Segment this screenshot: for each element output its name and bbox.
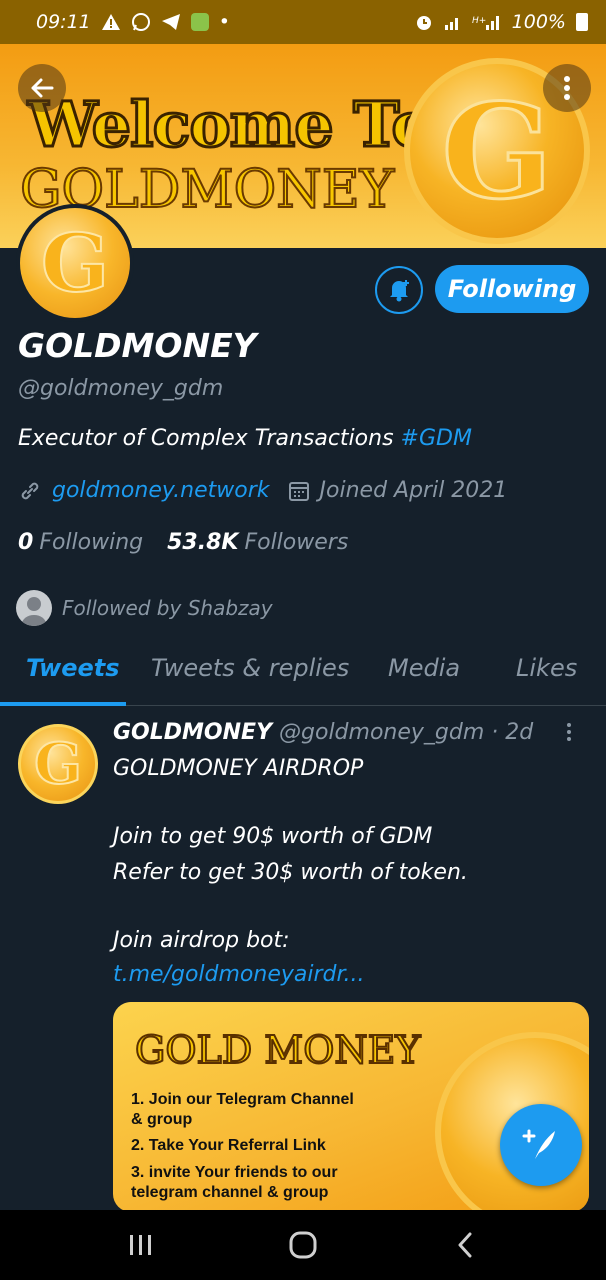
following-label[interactable]: Following bbox=[39, 530, 143, 555]
tweet-avatar-letter: G bbox=[33, 730, 83, 798]
nav-back-icon bbox=[458, 1232, 472, 1258]
banner-title: Welcome To bbox=[27, 87, 435, 163]
profile-tabs: Tweets Tweets & replies Media Likes bbox=[0, 640, 606, 706]
avatar-letter: G bbox=[40, 215, 110, 311]
tweet-line: Join airdrop bot: bbox=[113, 928, 290, 953]
signal-icon bbox=[444, 11, 462, 33]
tweet-avatar[interactable]: G bbox=[18, 724, 98, 804]
signal-2-icon: H+ bbox=[472, 11, 502, 33]
more-options-button[interactable] bbox=[543, 64, 591, 112]
tweet-author[interactable]: GOLDMONEY bbox=[113, 720, 272, 745]
image-step: telegram channel & group bbox=[131, 1184, 329, 1201]
alarm-icon bbox=[414, 11, 434, 33]
tweet-link[interactable]: t.me/goldmoneyairdr... bbox=[113, 962, 365, 987]
compose-tweet-button[interactable] bbox=[500, 1104, 582, 1186]
followers-label[interactable]: Followers bbox=[244, 530, 348, 555]
profile-handle: @goldmoney_gdm bbox=[18, 376, 224, 401]
system-nav-bar bbox=[0, 1210, 606, 1280]
app-notification-icon bbox=[190, 13, 209, 31]
website-link[interactable]: goldmoney.network bbox=[52, 478, 270, 503]
tweet-meta: @goldmoney_gdm · 2d bbox=[279, 720, 534, 745]
tab-tweets-replies[interactable]: Tweets & replies bbox=[151, 654, 349, 682]
image-step: & group bbox=[131, 1111, 193, 1128]
tweet-line: GOLDMONEY AIRDROP bbox=[113, 756, 364, 781]
link-icon bbox=[21, 482, 39, 499]
back-arrow-icon bbox=[31, 78, 54, 98]
notifications-button[interactable] bbox=[375, 266, 423, 314]
recents-button[interactable] bbox=[111, 1220, 171, 1270]
tweet-image[interactable]: GOLD MONEY 1. Join our Telegram Channel … bbox=[113, 1002, 589, 1212]
bio-hashtag[interactable]: #GDM bbox=[401, 426, 472, 451]
dot-icon: • bbox=[218, 11, 230, 33]
battery-icon bbox=[576, 13, 588, 31]
tweet-header: GOLDMONEY @goldmoney_gdm · 2d bbox=[113, 720, 533, 745]
bio-text: Executor of Complex Transactions bbox=[18, 426, 401, 451]
followed-by[interactable]: Followed by Shabzay bbox=[16, 590, 273, 626]
active-tab-indicator bbox=[0, 702, 126, 706]
status-bar: 09:11 • H+ 100% bbox=[0, 0, 606, 44]
nav-back-button[interactable] bbox=[435, 1220, 495, 1270]
following-button[interactable]: Following bbox=[435, 265, 589, 313]
follow-stats: 0 Following 53.8K Followers bbox=[18, 530, 348, 555]
image-step: 3. invite Your friends to our bbox=[131, 1164, 338, 1181]
profile-meta: goldmoney.network Joined April 2021 bbox=[18, 478, 507, 503]
recents-icon bbox=[130, 1235, 151, 1255]
more-vertical-icon bbox=[564, 76, 570, 100]
joined-date: Joined April 2021 bbox=[319, 478, 508, 503]
home-button[interactable] bbox=[273, 1220, 333, 1270]
calendar-icon bbox=[288, 481, 309, 501]
image-step: 1. Join our Telegram Channel bbox=[131, 1091, 354, 1108]
profile-bio: Executor of Complex Transactions #GDM bbox=[18, 426, 472, 451]
followers-count[interactable]: 53.8K bbox=[167, 530, 238, 555]
image-step: 2. Take Your Referral Link bbox=[131, 1137, 326, 1154]
home-icon bbox=[289, 1231, 317, 1259]
more-vertical-icon bbox=[567, 723, 571, 741]
back-button[interactable] bbox=[18, 64, 66, 112]
telegram-icon bbox=[161, 11, 181, 33]
tweet-line: Join to get 90$ worth of GDM bbox=[113, 824, 433, 849]
profile-avatar[interactable]: G bbox=[16, 204, 134, 322]
display-name: GOLDMONEY bbox=[18, 326, 257, 365]
battery-percent: 100% bbox=[511, 11, 566, 33]
follower-avatar bbox=[16, 590, 52, 626]
bell-plus-icon bbox=[390, 280, 409, 302]
tab-tweets[interactable]: Tweets bbox=[26, 654, 120, 682]
compose-icon bbox=[522, 1129, 555, 1159]
tweet-more-button[interactable] bbox=[566, 722, 572, 748]
banner-coin-letter: G bbox=[440, 73, 554, 229]
whatsapp-icon bbox=[131, 11, 151, 33]
warning-icon bbox=[101, 11, 121, 33]
followed-by-text: Followed by Shabzay bbox=[62, 596, 273, 620]
tweet-line: Refer to get 30$ worth of token. bbox=[113, 860, 468, 885]
following-count[interactable]: 0 bbox=[18, 530, 33, 555]
tab-likes[interactable]: Likes bbox=[516, 654, 577, 682]
image-title: GOLD MONEY bbox=[134, 1027, 421, 1073]
svg-text:H+: H+ bbox=[472, 16, 486, 26]
status-time: 09:11 bbox=[36, 11, 91, 33]
tab-media[interactable]: Media bbox=[388, 654, 460, 682]
